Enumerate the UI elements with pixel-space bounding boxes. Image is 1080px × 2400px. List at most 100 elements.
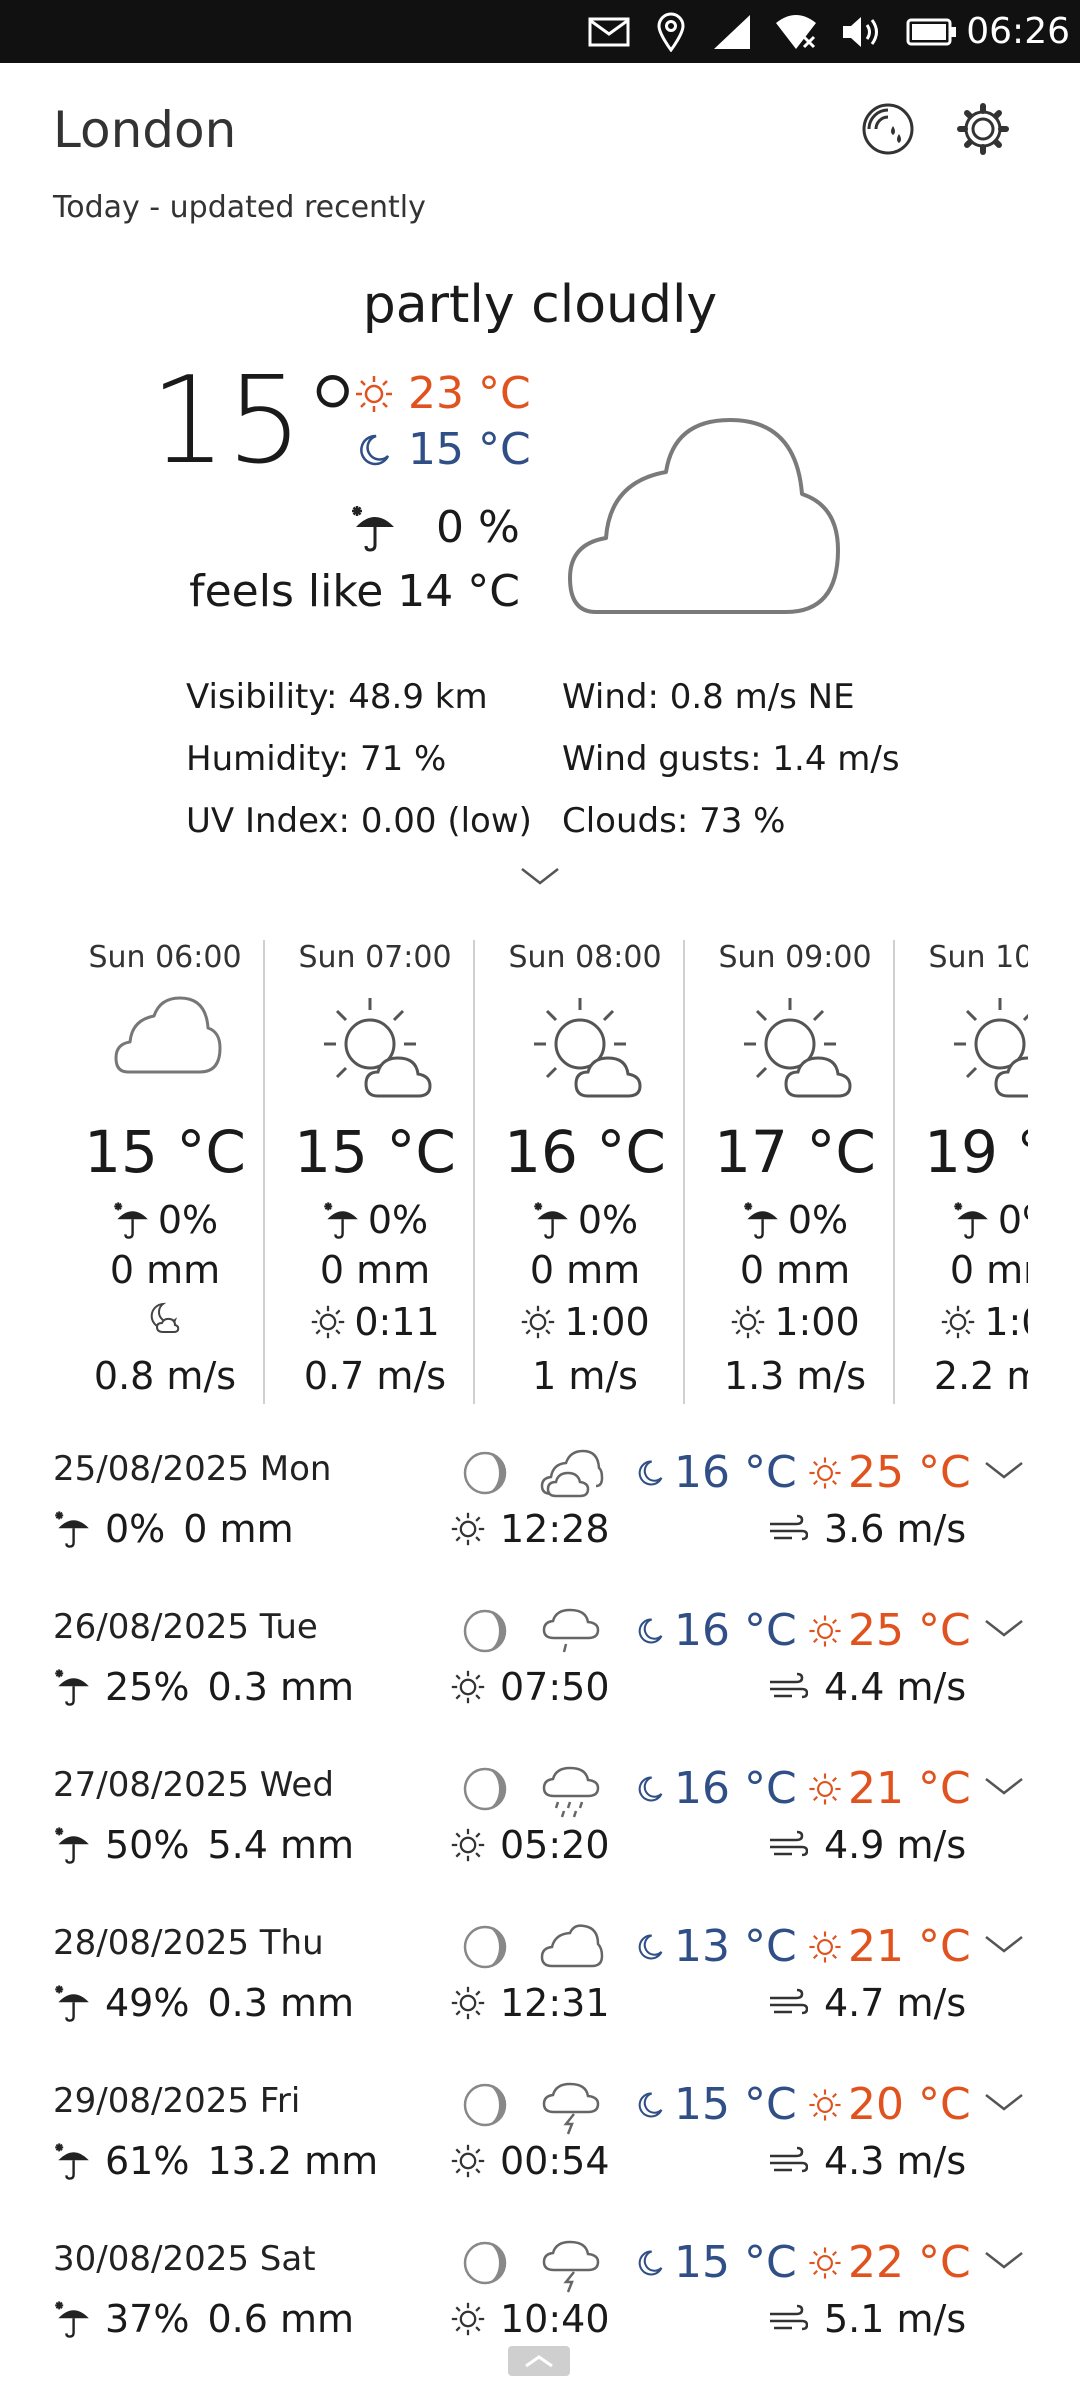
hour-wind: 2.2 m/s: [933, 1354, 1028, 1398]
day-low: 16 °C: [632, 1762, 797, 1816]
chevron-down-icon: [985, 2094, 1023, 2111]
mail-icon: [588, 0, 630, 63]
day-amount: 0 mm: [183, 1507, 294, 1551]
daily-row[interactable]: 28/08/2025 Thu 13 °C 21 °C 49% 0.3 mm 12:…: [0, 1920, 1080, 2078]
umbrella-icon: [744, 1202, 778, 1239]
day-sun-value: 07:50: [500, 1665, 610, 1709]
day-sun-value: 05:20: [500, 1823, 610, 1867]
wifi-icon: [774, 0, 818, 63]
daily-row[interactable]: 29/08/2025 Fri 15 °C 20 °C 61% 13.2 mm 00…: [0, 2078, 1080, 2236]
day-precip: 37% 0.6 mm: [53, 2294, 354, 2344]
today-high-value: 23 °C: [408, 368, 531, 419]
wind-icon: [770, 1514, 808, 1541]
gear-icon: [957, 103, 1009, 155]
clouds: Clouds: 73 %: [562, 801, 786, 841]
day-wind-value: 4.3 m/s: [824, 2139, 967, 2183]
hour-temperature: 19 °C: [924, 1118, 1028, 1186]
hourly-item: Sun 10:00 19 °C 0% 0 mm 1:00 2.2 m/s: [900, 938, 1028, 1408]
today-high: 23 °C: [352, 366, 531, 422]
chevron-down-icon: [985, 1462, 1023, 1479]
feels-like: feels like 14 °C: [189, 566, 520, 617]
current-condition: partly cloudly: [362, 275, 718, 335]
expand-day-button[interactable]: [984, 1934, 1024, 1954]
today-low: 15 °C: [352, 422, 531, 478]
hour-time: Sun 10:00: [928, 940, 1028, 975]
rain-radar-button[interactable]: [855, 96, 921, 162]
day-high-value: 22 °C: [848, 2237, 971, 2288]
day-low-value: 16 °C: [674, 1605, 797, 1656]
hour-time: Sun 06:00: [88, 940, 242, 975]
day-amount: 0.3 mm: [207, 1665, 355, 1709]
hour-sun: 1:00: [690, 1298, 900, 1346]
day-low: 16 °C: [632, 1604, 797, 1658]
hour-precip: 0%: [60, 1196, 270, 1244]
day-low: 15 °C: [632, 2236, 797, 2290]
day-precip: 0% 0 mm: [53, 1504, 294, 1554]
expand-day-button[interactable]: [984, 1776, 1024, 1796]
current-temperature: 15°: [150, 352, 363, 491]
hour-temperature: 17 °C: [714, 1118, 876, 1186]
hourly-forecast[interactable]: Sun 06:00 15 °C 0% 0 mm 0.8 m/s Sun 07:0…: [60, 938, 1028, 1408]
day-wind-value: 4.4 m/s: [824, 1665, 967, 1709]
sun-icon: [732, 1305, 765, 1339]
sun-icon: [522, 1305, 555, 1339]
expand-day-button[interactable]: [984, 1618, 1024, 1638]
expand-day-button[interactable]: [984, 2092, 1024, 2112]
hour-precip: 0%: [690, 1196, 900, 1244]
day-wind: 4.7 m/s: [768, 1978, 966, 2028]
day-high-value: 21 °C: [848, 1921, 971, 1972]
moon-icon: [360, 434, 390, 466]
hour-amount: 0 mm: [109, 1248, 221, 1292]
umbrella-icon: [534, 1202, 568, 1239]
day-wind: 4.4 m/s: [768, 1662, 966, 1712]
wind-icon: [770, 2146, 808, 2173]
day-low-value: 15 °C: [674, 2079, 797, 2130]
chevron-down-icon: [521, 868, 559, 885]
sun-icon: [809, 1615, 841, 1647]
expand-day-button[interactable]: [984, 2250, 1024, 2270]
hourly-item: Sun 07:00 15 °C 0% 0 mm 0:11 0.7 m/s: [270, 938, 480, 1408]
sun-icon: [942, 1305, 975, 1339]
day-amount: 0.6 mm: [207, 2297, 355, 2341]
hourly-item: Sun 06:00 15 °C 0% 0 mm 0.8 m/s: [60, 938, 270, 1408]
daily-row[interactable]: 26/08/2025 Tue 16 °C 25 °C 25% 0.3 mm 07:…: [0, 1604, 1080, 1762]
moon-phase-icon: [462, 1924, 508, 1970]
day-sun-hours: 07:50: [450, 1662, 610, 1712]
daily-row[interactable]: 25/08/2025 Mon 16 °C 25 °C 0% 0 mm 12:28 …: [0, 1446, 1080, 1604]
hour-wind: 1 m/s: [532, 1354, 638, 1398]
cloudy-icon: [538, 1446, 604, 1500]
wind-icon: [770, 1672, 808, 1699]
day-sun-hours: 05:20: [450, 1820, 610, 1870]
city-name[interactable]: London: [53, 98, 236, 162]
umbrella-icon: [55, 1511, 89, 1548]
day-date: 25/08/2025 Mon: [53, 1449, 332, 1489]
umbrella-icon: [114, 1202, 148, 1239]
rain-icon: [538, 1762, 604, 1820]
day-low: 16 °C: [632, 1446, 797, 1500]
umbrella-icon: [55, 1985, 89, 2022]
precipitation-value: 0 %: [436, 502, 520, 553]
hour-time: Sun 07:00: [298, 940, 452, 975]
moon-icon: [638, 1618, 663, 1644]
hour-sun-value: 1:00: [984, 1300, 1028, 1344]
wind-gusts: Wind gusts: 1.4 m/s: [562, 739, 900, 779]
light-rain-icon: [538, 1604, 604, 1662]
hour-amount: 0 mm: [949, 1248, 1028, 1292]
day-precip: 49% 0.3 mm: [53, 1978, 354, 2028]
sun-icon: [809, 2247, 841, 2279]
chevron-down-icon: [985, 2252, 1023, 2269]
bottom-edge-handle[interactable]: [508, 2346, 570, 2376]
settings-button[interactable]: [950, 96, 1016, 162]
expand-details-button[interactable]: [520, 866, 560, 886]
humidity: Humidity: 71 %: [186, 739, 447, 779]
hourly-item: Sun 08:00 16 °C 0% 0 mm 1:00 1 m/s: [480, 938, 690, 1408]
day-low-value: 15 °C: [674, 2237, 797, 2288]
daily-row[interactable]: 27/08/2025 Wed 16 °C 21 °C 50% 5.4 mm 05:…: [0, 1762, 1080, 1920]
hour-amount: 0 mm: [529, 1248, 641, 1292]
day-precip-value: 0%: [105, 1507, 166, 1551]
hour-time: Sun 08:00: [508, 940, 662, 975]
expand-day-button[interactable]: [984, 1460, 1024, 1480]
moon-phase-icon: [462, 1450, 508, 1496]
volume-icon: [840, 0, 884, 63]
sun-icon: [451, 1512, 485, 1546]
